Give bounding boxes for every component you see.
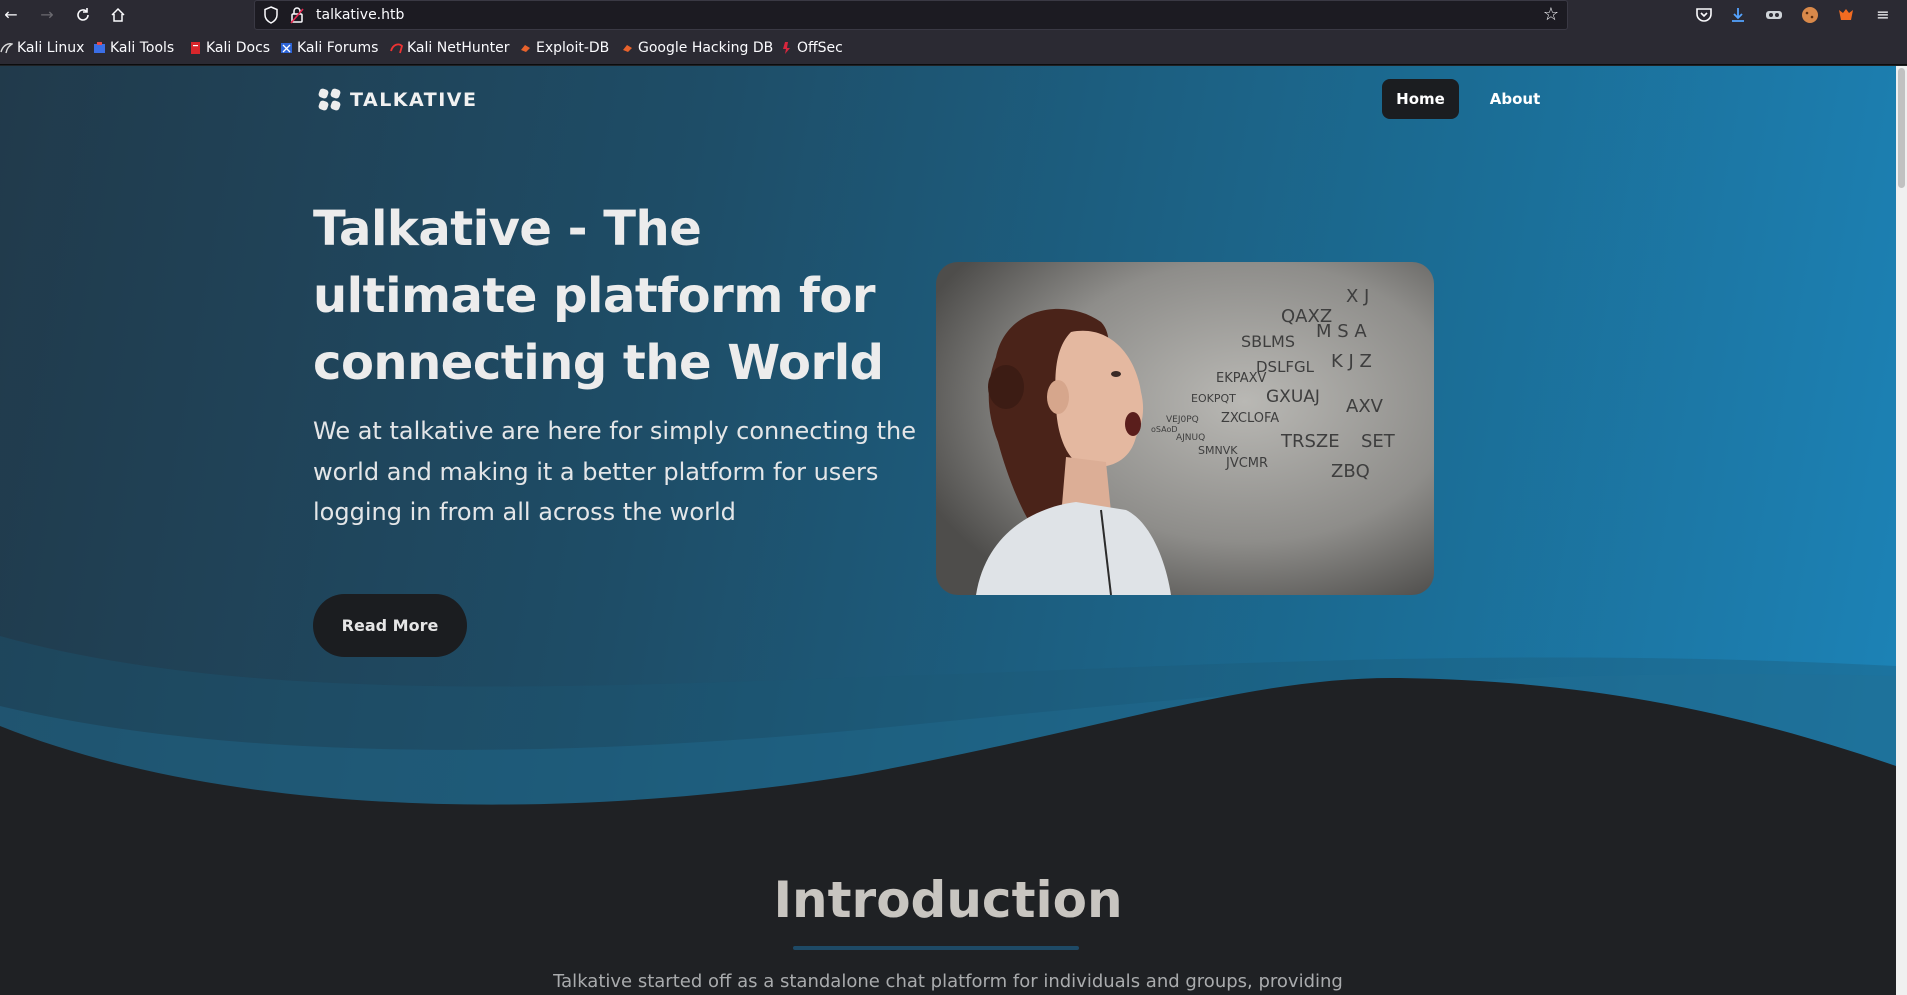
nethunter-icon — [390, 41, 404, 55]
insecure-lock-icon[interactable] — [290, 6, 304, 24]
svg-text:ZBQ: ZBQ — [1331, 461, 1370, 482]
ghdb-icon — [621, 41, 634, 55]
bookmark-exploit-db[interactable]: Exploit-DB — [519, 39, 609, 57]
svg-text:EOKPQT: EOKPQT — [1191, 392, 1236, 405]
webpage: TALKATIVE Home About Talkative - The ult… — [0, 66, 1896, 995]
bookmarks-bar: Kali Linux Kali Tools Kali Docs Kali For… — [0, 30, 1907, 65]
svg-text:AJNUQ: AJNUQ — [1176, 433, 1205, 443]
bookmark-kali-nethunter[interactable]: Kali NetHunter — [390, 39, 509, 57]
svg-text:oSAoD: oSAoD — [1151, 425, 1178, 434]
kali-dragon-icon — [0, 41, 14, 55]
foxyproxy-icon[interactable] — [1836, 5, 1856, 25]
hero-headline: Talkative - The ultimate platform for co… — [313, 201, 884, 391]
svg-text:X J: X J — [1346, 286, 1369, 307]
nav-about-link[interactable]: About — [1479, 79, 1551, 119]
extension-mask-icon[interactable] — [1764, 5, 1784, 25]
svg-text:SBLMS: SBLMS — [1241, 332, 1295, 351]
introduction-text: Talkative started off as a standalone ch… — [553, 971, 1343, 992]
back-icon[interactable]: ← — [0, 4, 22, 26]
kali-tools-icon — [93, 41, 106, 55]
bookmark-star-icon[interactable]: ☆ — [1543, 4, 1559, 25]
browser-toolbar: ← → talkative.htb ☆ ≡ — [0, 0, 1907, 30]
address-bar[interactable]: talkative.htb ☆ — [254, 0, 1568, 30]
tracking-shield-icon[interactable] — [263, 6, 279, 24]
reload-icon[interactable] — [72, 4, 94, 26]
exploit-db-icon — [519, 41, 532, 55]
introduction-heading: Introduction — [773, 871, 1123, 929]
talkative-logo-icon — [318, 88, 341, 111]
hero-illustration-image: oSAoD VEJ0PQ AJNUQ EOKPQT SMNVK EKPAXV Z… — [936, 262, 1434, 595]
svg-text:JVCMR: JVCMR — [1225, 456, 1268, 471]
bookmark-kali-tools[interactable]: Kali Tools — [93, 39, 174, 57]
page-scrollbar[interactable] — [1896, 66, 1907, 995]
scrollbar-thumb[interactable] — [1898, 68, 1905, 188]
offsec-icon — [780, 41, 793, 55]
kali-forums-icon — [280, 41, 293, 55]
downloads-icon[interactable] — [1728, 5, 1748, 25]
svg-text:M S A: M S A — [1316, 321, 1367, 342]
menu-icon[interactable]: ≡ — [1872, 4, 1894, 26]
bookmark-offsec[interactable]: OffSec — [780, 39, 843, 57]
bookmark-kali-docs[interactable]: Kali Docs — [189, 39, 270, 57]
forward-icon[interactable]: → — [36, 4, 58, 26]
svg-text:VEJ0PQ: VEJ0PQ — [1166, 415, 1199, 425]
home-icon[interactable] — [107, 4, 129, 26]
heading-underline — [793, 946, 1079, 950]
url-text[interactable]: talkative.htb — [316, 7, 404, 23]
svg-text:DSLFGL: DSLFGL — [1256, 358, 1315, 376]
pocket-icon[interactable] — [1694, 5, 1714, 25]
brand-name: TALKATIVE — [350, 89, 478, 111]
hero-lead-text: We at talkative are here for simply conn… — [313, 417, 916, 526]
nav-home-link[interactable]: Home — [1382, 79, 1459, 119]
bookmark-google-hacking-db[interactable]: Google Hacking DB — [621, 39, 773, 57]
svg-text:AXV: AXV — [1346, 396, 1384, 417]
svg-text:TRSZE: TRSZE — [1280, 431, 1340, 452]
svg-text:GXUAJ: GXUAJ — [1266, 387, 1320, 407]
bookmark-kali-linux[interactable]: Kali Linux — [0, 39, 84, 57]
bookmark-kali-forums[interactable]: Kali Forums — [280, 39, 378, 57]
brand[interactable]: TALKATIVE — [316, 86, 477, 114]
svg-text:SET: SET — [1361, 431, 1396, 452]
svg-text:ZXCLOFA: ZXCLOFA — [1221, 411, 1279, 426]
read-more-button[interactable]: Read More — [313, 594, 467, 657]
cookie-extension-icon[interactable] — [1800, 5, 1820, 25]
kali-docs-icon — [189, 41, 202, 55]
svg-text:K J Z: K J Z — [1331, 351, 1372, 372]
